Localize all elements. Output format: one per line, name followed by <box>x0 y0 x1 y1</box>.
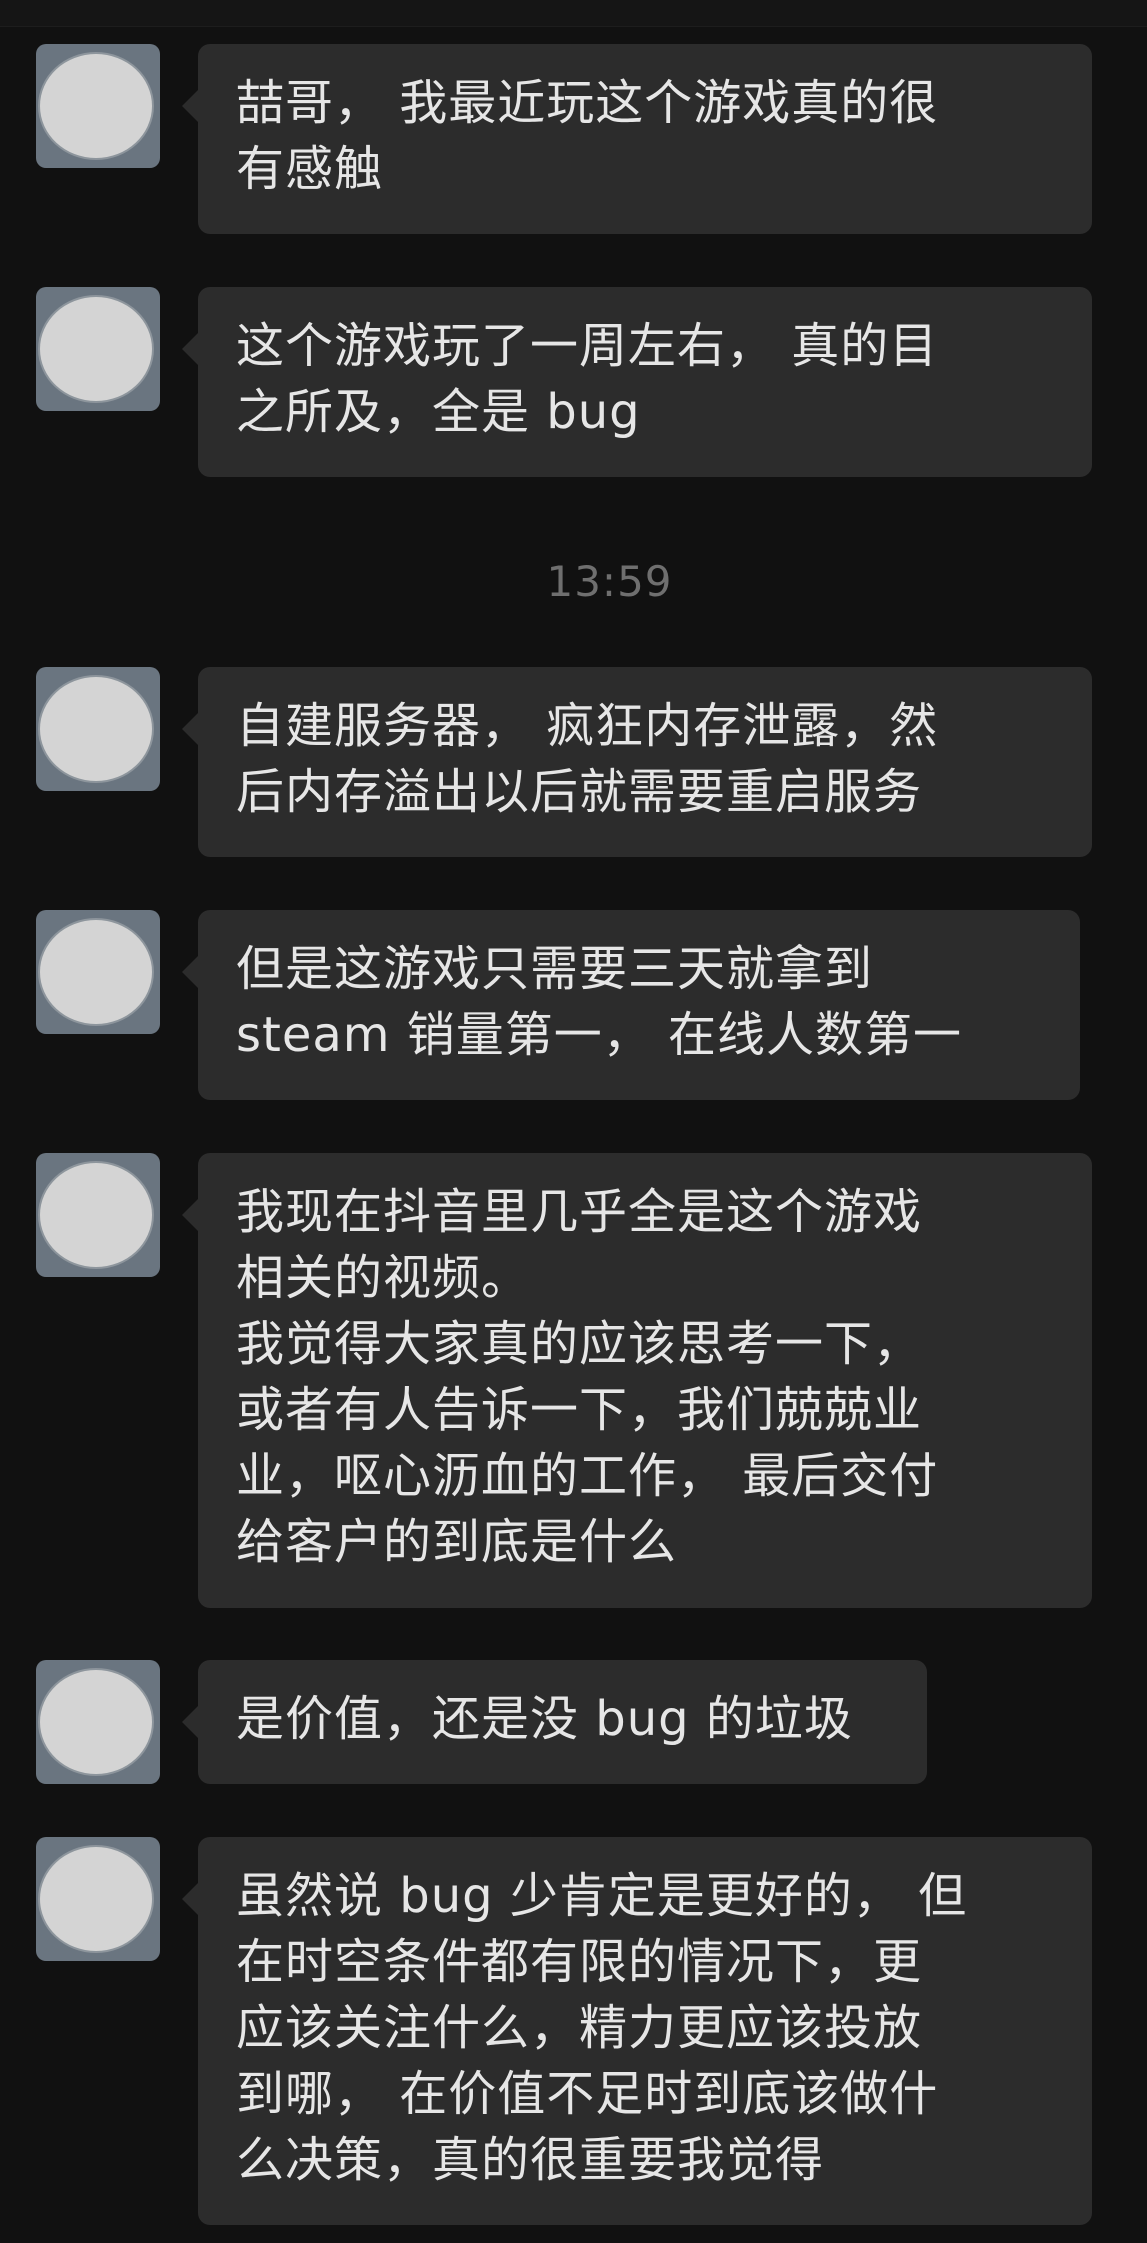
avatar-image <box>40 297 152 401</box>
avatar[interactable] <box>36 1153 160 1277</box>
message-bubble[interactable]: 自建服务器， 疯狂内存泄露，然 后内存溢出以后就需要重启服务 <box>182 667 1092 857</box>
message-bubble[interactable]: 喆哥， 我最近玩这个游戏真的很 有感触 <box>182 44 1092 234</box>
avatar[interactable] <box>36 1837 160 1961</box>
message-bubble[interactable]: 我现在抖音里几乎全是这个游戏 相关的视频。 我觉得大家真的应该思考一下， 或者有… <box>182 1153 1092 1608</box>
avatar-image <box>40 54 152 158</box>
avatar[interactable] <box>36 44 160 168</box>
avatar-image <box>40 920 152 1024</box>
avatar-image <box>40 1847 152 1951</box>
avatar-image <box>40 1163 152 1267</box>
chat-timestamp: 13:59 <box>546 557 673 606</box>
avatar[interactable] <box>36 1660 160 1784</box>
message-bubble[interactable]: 但是这游戏只需要三天就拿到 steam 销量第一， 在线人数第一 <box>182 910 1080 1100</box>
avatar-image <box>40 677 152 781</box>
avatar[interactable] <box>36 910 160 1034</box>
message-bubble[interactable]: 虽然说 bug 少肯定是更好的， 但 在时空条件都有限的情况下，更 应该关注什么… <box>182 1837 1092 2225</box>
message-bubble[interactable]: 这个游戏玩了一周左右， 真的目 之所及，全是 bug <box>182 287 1092 477</box>
avatar-image <box>40 1670 152 1774</box>
chat-history[interactable]: 喆哥， 我最近玩这个游戏真的很 有感触 这个游戏玩了一周左右， 真的目 之所及，… <box>0 0 1147 2243</box>
avatar[interactable] <box>36 667 160 791</box>
avatar[interactable] <box>36 287 160 411</box>
message-bubble[interactable]: 是价值，还是没 bug 的垃圾 <box>182 1660 927 1784</box>
